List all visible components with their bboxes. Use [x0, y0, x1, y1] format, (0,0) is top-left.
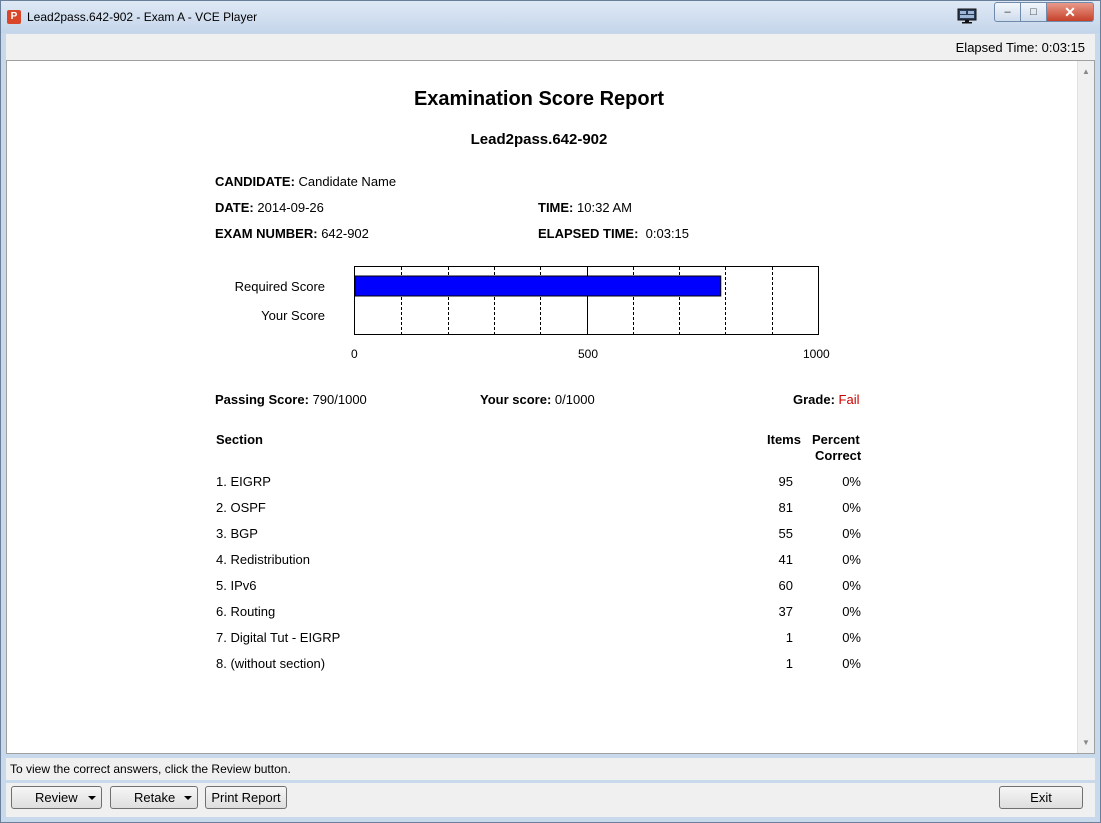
- section-name: 3. BGP: [216, 526, 258, 541]
- section-percent: 0%: [842, 500, 861, 515]
- chart-category-label: Required Score: [234, 279, 325, 294]
- section-percent: 0%: [842, 552, 861, 567]
- exit-button[interactable]: Exit: [999, 786, 1083, 809]
- percent-header-2: Correct: [815, 448, 862, 463]
- section-items: 37: [778, 604, 793, 619]
- section-items: 1: [785, 656, 793, 671]
- section-name: 2. OSPF: [216, 500, 266, 515]
- window-title: Lead2pass.642-902 - Exam A - VCE Player: [27, 10, 258, 24]
- section-items: 60: [778, 578, 793, 593]
- close-button[interactable]: ✕: [1047, 2, 1094, 22]
- score-chart-svg: [354, 267, 773, 334]
- print-report-label: Print Report: [211, 790, 281, 805]
- section-items: 95: [778, 474, 793, 489]
- section-items: 1: [785, 630, 793, 645]
- section-header: Section: [216, 432, 263, 447]
- passing-score: Passing Score: 790/1000: [215, 392, 367, 407]
- status-message: To view the correct answers, click the R…: [10, 762, 291, 776]
- exam-name: Lead2pass.642-902: [470, 131, 608, 148]
- section-percent: 0%: [842, 656, 861, 671]
- section-percent: 0%: [842, 526, 861, 541]
- date-info: DATE: 2014-09-26: [215, 200, 324, 215]
- retake-button-label: Retake: [134, 790, 176, 805]
- review-button-label: Review: [35, 790, 78, 805]
- your-score-label: Your score:: [480, 392, 552, 407]
- vertical-scrollbar[interactable]: ▲ ▼: [1077, 61, 1094, 753]
- grade: Grade: Fail: [793, 392, 859, 407]
- your-score-value: 0/1000: [554, 392, 595, 407]
- percent-header: Percent: [812, 432, 860, 447]
- elapsed-time-info: ELAPSED TIME: 0:03:15: [538, 226, 689, 241]
- section-items: 55: [778, 526, 793, 541]
- top-bar: Elapsed Time: 0:03:15: [6, 34, 1095, 60]
- section-name: 6. Routing: [216, 604, 276, 619]
- scroll-up-icon[interactable]: ▲: [1082, 67, 1090, 76]
- chevron-down-icon[interactable]: [184, 796, 192, 800]
- items-header: Items: [767, 432, 801, 447]
- app-window: P Lead2pass.642-902 - Exam A - VCE Playe…: [0, 0, 1101, 823]
- score-chart: [354, 266, 819, 335]
- chevron-down-icon[interactable]: [88, 796, 96, 800]
- exit-label: Exit: [1030, 790, 1052, 805]
- exam-number-label: EXAM NUMBER:: [215, 226, 318, 241]
- chart-tick-label: 1000: [803, 347, 830, 361]
- time-value: 10:32 AM: [577, 200, 632, 215]
- button-bar: Review Retake Print Report Exit: [6, 783, 1095, 817]
- section-percent: 0%: [842, 474, 861, 489]
- title-bar: P Lead2pass.642-902 - Exam A - VCE Playe…: [1, 1, 1100, 33]
- report-title: Examination Score Report: [413, 88, 665, 110]
- app-icon: P: [7, 10, 21, 24]
- chart-tick-label: 500: [578, 347, 599, 361]
- grade-value: Fail: [838, 392, 860, 407]
- section-name: 8. (without section): [216, 656, 326, 671]
- time-info: TIME: 10:32 AM: [538, 200, 632, 215]
- elapsed-time-value: 0:03:15: [645, 226, 690, 241]
- section-items: 41: [778, 552, 793, 567]
- section-percent: 0%: [842, 578, 861, 593]
- your-score: Your score: 0/1000: [480, 392, 595, 407]
- monitor-icon[interactable]: [957, 8, 977, 24]
- section-name: 4. Redistribution: [216, 552, 310, 567]
- section-name: 5. IPv6: [216, 578, 257, 593]
- passing-score-value: 790/1000: [312, 392, 367, 407]
- chart-tick-label: 0: [351, 347, 358, 361]
- exam-number-value: 642-902: [321, 226, 369, 241]
- elapsed-time-display: Elapsed Time: 0:03:15: [955, 40, 1085, 55]
- section-percent: 0%: [842, 604, 861, 619]
- candidate-info: CANDIDATE: Candidate Name: [215, 174, 396, 189]
- passing-score-label: Passing Score:: [215, 392, 309, 407]
- retake-button[interactable]: Retake: [110, 786, 198, 809]
- candidate-value: Candidate Name: [298, 174, 397, 189]
- print-report-button[interactable]: Print Report: [205, 786, 287, 809]
- maximize-button[interactable]: □: [1021, 2, 1047, 22]
- section-items: 81: [778, 500, 793, 515]
- section-name: 1. EIGRP: [216, 474, 271, 489]
- section-percent: 0%: [842, 630, 861, 645]
- chart-category-label: Your Score: [261, 308, 325, 323]
- elapsed-time-label: ELAPSED TIME:: [538, 226, 639, 241]
- exam-number-info: EXAM NUMBER: 642-902: [215, 226, 369, 241]
- report-panel: Examination Score Report Lead2pass.642-9…: [6, 60, 1095, 754]
- minimize-button[interactable]: –: [994, 2, 1021, 22]
- grade-label: Grade:: [793, 392, 835, 407]
- status-bar: To view the correct answers, click the R…: [6, 758, 1095, 780]
- date-label: DATE:: [215, 200, 254, 215]
- chart-bar: [354, 275, 722, 297]
- time-label: TIME:: [538, 200, 574, 215]
- candidate-label: CANDIDATE:: [215, 174, 295, 189]
- scroll-down-icon[interactable]: ▼: [1082, 738, 1090, 747]
- review-button[interactable]: Review: [11, 786, 102, 809]
- date-value: 2014-09-26: [257, 200, 324, 215]
- section-name: 7. Digital Tut - EIGRP: [216, 630, 341, 645]
